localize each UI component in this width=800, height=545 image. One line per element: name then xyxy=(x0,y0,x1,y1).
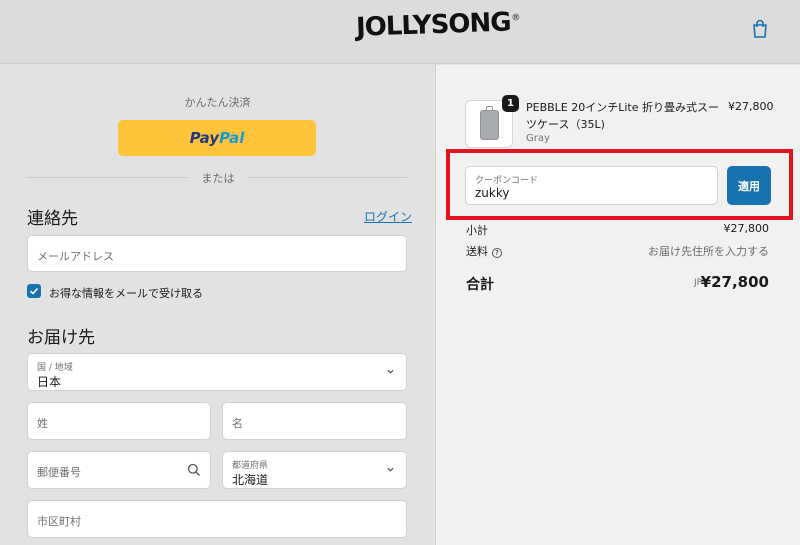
apply-coupon-button[interactable]: 適用 xyxy=(727,166,771,205)
last-name-field[interactable]: 姓 xyxy=(27,402,211,440)
product-variant: Gray xyxy=(526,133,550,144)
or-divider: または xyxy=(27,170,407,185)
email-placeholder: メールアドレス xyxy=(37,250,114,263)
postal-code-field[interactable]: 郵便番号 xyxy=(27,451,211,489)
paypal-pay-text: Pay xyxy=(189,129,220,147)
quantity-badge: 1 xyxy=(502,95,519,112)
search-icon[interactable] xyxy=(187,463,201,477)
prefecture-label: 都道府県 xyxy=(232,461,269,471)
postal-code-placeholder: 郵便番号 xyxy=(37,466,81,479)
prefecture-value: 北海道 xyxy=(232,473,269,487)
shipping-row: 送料? xyxy=(466,243,502,259)
express-checkout-label: かんたん決済 xyxy=(184,96,251,109)
shipping-value: お届け先住所を入力する xyxy=(648,245,769,258)
help-icon[interactable]: ? xyxy=(492,248,502,258)
country-value: 日本 xyxy=(37,375,62,389)
total-label: 合計 xyxy=(466,277,494,293)
first-name-placeholder: 名 xyxy=(232,417,243,430)
login-link[interactable]: ログイン xyxy=(364,208,412,225)
coupon-code-field[interactable]: クーポンコード zukky xyxy=(465,166,718,205)
brand-logo[interactable]: JOLLYSONG® xyxy=(355,7,521,43)
shopping-bag-icon[interactable] xyxy=(751,19,769,39)
coupon-label: クーポンコード xyxy=(475,176,539,186)
product-price: ¥27,800 xyxy=(728,100,774,113)
divider-line-right xyxy=(247,177,407,178)
coupon-value: zukky xyxy=(475,186,510,200)
chevron-down-icon xyxy=(387,467,394,472)
city-field[interactable]: 市区町村 xyxy=(27,500,407,538)
site-header: JOLLYSONG® xyxy=(0,0,800,64)
chevron-down-icon xyxy=(387,369,394,374)
delivery-heading: お届け先 xyxy=(27,328,95,348)
paypal-pal-text: Pal xyxy=(219,129,245,147)
contact-heading: 連絡先 xyxy=(27,209,78,229)
product-name: PEBBLE 20インチLite 折り畳み式スーツケース（35L) xyxy=(526,101,720,131)
logo-text: JOLLYSONG xyxy=(355,7,512,43)
newsletter-label: お得な情報をメールで受け取る xyxy=(49,287,203,300)
subtotal-label: 小計 xyxy=(466,224,488,237)
city-placeholder: 市区町村 xyxy=(37,515,81,528)
or-text: または xyxy=(201,172,235,185)
total-value: ¥27,800 xyxy=(700,273,769,291)
check-icon xyxy=(29,287,39,295)
subtotal-value: ¥27,800 xyxy=(723,222,770,235)
checkout-form: かんたん決済 Pay Pal または 連絡先 ログイン メールアドレス お得な情報… xyxy=(0,65,435,545)
suitcase-image xyxy=(480,110,499,140)
newsletter-checkbox[interactable] xyxy=(27,284,41,298)
email-field[interactable]: メールアドレス xyxy=(27,235,407,272)
first-name-field[interactable]: 名 xyxy=(222,402,407,440)
last-name-placeholder: 姓 xyxy=(37,417,48,430)
country-label: 国 / 地域 xyxy=(37,363,73,373)
order-summary: 1 PEBBLE 20インチLite 折り畳み式スーツケース（35L) Gray… xyxy=(435,65,800,545)
divider-line-left xyxy=(27,177,187,178)
registered-mark: ® xyxy=(511,13,520,24)
country-select[interactable]: 国 / 地域 日本 xyxy=(27,353,407,391)
prefecture-select[interactable]: 都道府県 北海道 xyxy=(222,451,407,489)
shipping-label: 送料 xyxy=(466,245,488,258)
paypal-button[interactable]: Pay Pal xyxy=(118,120,316,156)
